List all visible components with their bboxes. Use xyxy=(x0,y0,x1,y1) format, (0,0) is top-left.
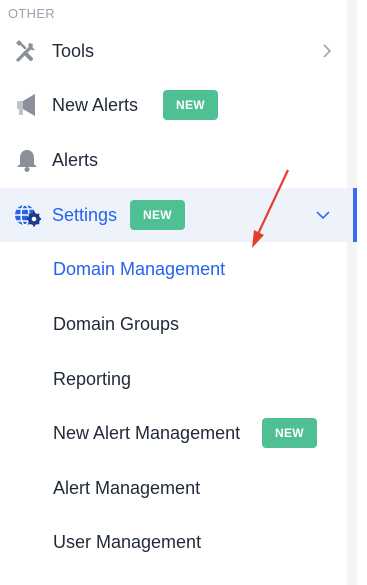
new-badge: NEW xyxy=(262,418,317,448)
submenu-item-label: Alert Management xyxy=(53,477,201,498)
submenu-item-user-management[interactable]: User Management xyxy=(0,515,357,569)
submenu-item-new-alert-management[interactable]: New Alert Management NEW xyxy=(0,406,357,460)
sidebar-item-new-alerts[interactable]: New Alerts NEW xyxy=(0,78,357,132)
tools-icon xyxy=(12,36,42,66)
submenu-item-label: Domain Management xyxy=(53,258,226,279)
megaphone-icon xyxy=(12,90,42,120)
sidebar-item-tools[interactable]: Tools xyxy=(0,24,357,78)
submenu-item-reporting[interactable]: Reporting xyxy=(0,352,357,406)
chevron-right-icon xyxy=(319,43,335,59)
new-badge: NEW xyxy=(163,90,218,120)
submenu-item-label: Domain Groups xyxy=(53,313,180,334)
sidebar-item-settings[interactable]: Settings NEW xyxy=(0,188,357,242)
submenu-item-label: User Management xyxy=(53,531,202,552)
sidebar-item-alerts[interactable]: Alerts xyxy=(0,133,357,187)
sidebar-item-label: Tools xyxy=(52,40,95,61)
submenu-item-label: Reporting xyxy=(53,368,132,389)
submenu-item-domain-management[interactable]: Domain Management xyxy=(0,242,357,296)
sidebar-item-label: New Alerts xyxy=(52,94,139,115)
submenu-item-alert-management[interactable]: Alert Management xyxy=(0,461,357,515)
settings-globe-icon xyxy=(12,200,42,230)
new-badge: NEW xyxy=(130,200,185,230)
submenu-item-domain-groups[interactable]: Domain Groups xyxy=(0,297,357,351)
section-label-other: OTHER xyxy=(8,6,55,21)
submenu-item-label: New Alert Management xyxy=(53,422,241,443)
sidebar-item-label: Settings xyxy=(52,204,118,225)
sidebar: OTHER Tools New Alerts NEW Alerts Settin… xyxy=(0,0,357,585)
chevron-down-icon xyxy=(315,207,331,223)
sidebar-item-label: Alerts xyxy=(52,149,99,170)
active-indicator xyxy=(353,188,357,242)
bell-icon xyxy=(12,145,42,175)
